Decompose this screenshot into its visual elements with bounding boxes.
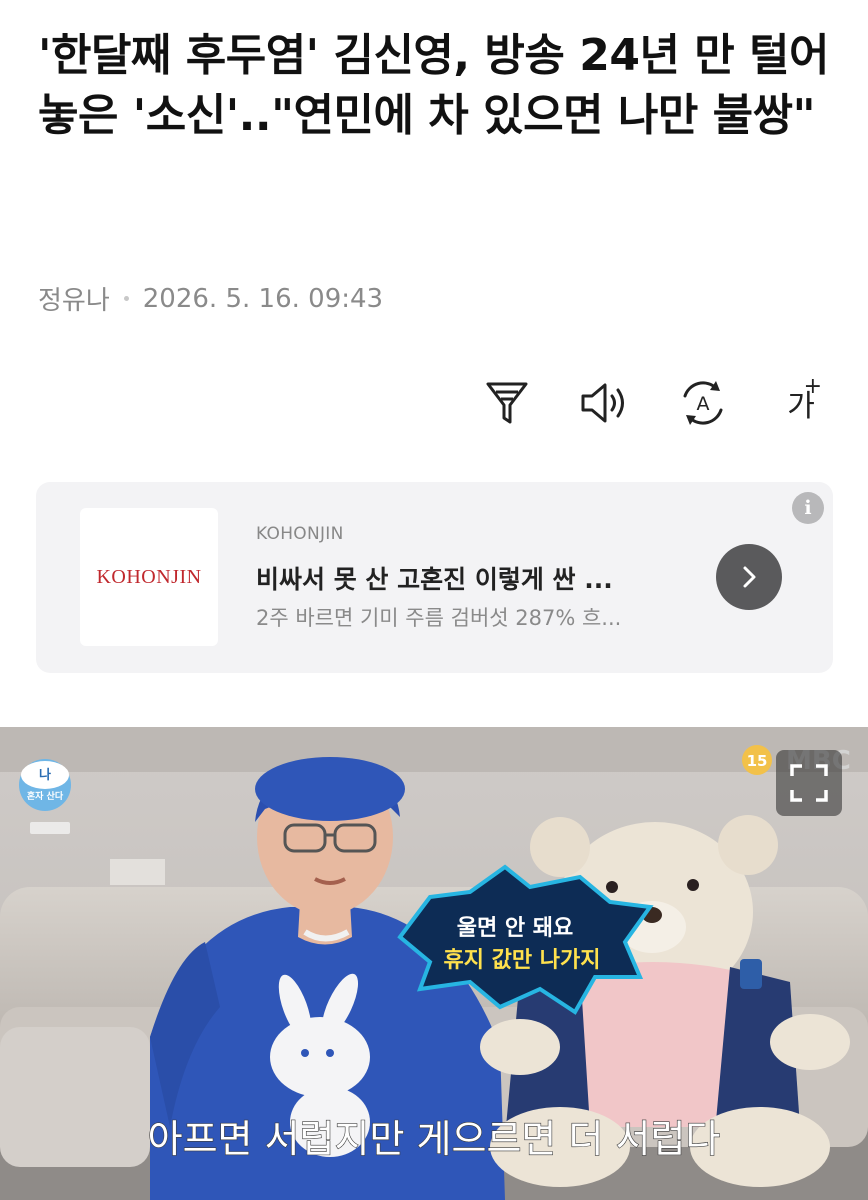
advertisement-card[interactable]: KOHONJIN KOHONJIN 비싸서 못 산 고혼진 이렇게 싼 ... … [36, 482, 833, 673]
speaker-icon [581, 383, 624, 423]
plus-icon: + [803, 374, 822, 399]
ad-info-icon[interactable]: i [792, 492, 824, 524]
publish-datetime: 2026. 5. 16. 09:43 [142, 283, 384, 314]
author-name[interactable]: 정유나 [38, 280, 110, 317]
font-size-button[interactable]: 가 + [774, 374, 828, 430]
summary-button[interactable] [480, 376, 534, 430]
ad-logo: KOHONJIN [80, 508, 218, 646]
channel-badge-bottom: 혼자 산다 [27, 790, 64, 802]
translate-icon: A [683, 381, 723, 425]
separator-dot [123, 296, 129, 301]
article-headline: '한달째 후두염' 김신영, 방송 24년 만 털어놓은 '소신'.."연민에 … [38, 30, 830, 141]
article-toolbar: A 가 + [480, 374, 828, 430]
ad-open-button[interactable] [716, 544, 782, 610]
caption-bubble-line1: 울면 안 돼요 [457, 916, 574, 941]
caption-bubble-line2: 휴지 값만 나가지 [444, 948, 601, 973]
ad-title[interactable]: 비싸서 못 산 고혼진 이렇게 싼 ... [256, 560, 686, 596]
age-rating-badge: 15 [747, 752, 768, 770]
svg-text:A: A [697, 393, 710, 415]
ad-description: 2주 바르면 기미 주름 검버섯 287% 흐... [256, 606, 622, 630]
expand-icon [790, 764, 828, 802]
funnel-icon [486, 382, 528, 424]
translate-button[interactable]: A [676, 376, 730, 430]
ad-brand: KOHONJIN [256, 524, 344, 544]
listen-button[interactable] [578, 376, 632, 430]
video-subtitle: 아프면 서럽지만 게으르면 더 서럽다 [148, 1117, 721, 1161]
tv-scene-image: 나 혼자 산다 15 MBC 울면 안 돼요 휴지 값만 나가지 아프면 서럽지… [0, 727, 868, 1200]
channel-badge-top: 나 [39, 767, 51, 783]
chevron-right-icon [743, 566, 756, 588]
article-photo[interactable]: 나 혼자 산다 15 MBC 울면 안 돼요 휴지 값만 나가지 아프면 서럽지… [0, 727, 868, 1200]
fullscreen-button[interactable] [776, 750, 842, 816]
byline: 정유나 2026. 5. 16. 09:43 [38, 280, 383, 317]
